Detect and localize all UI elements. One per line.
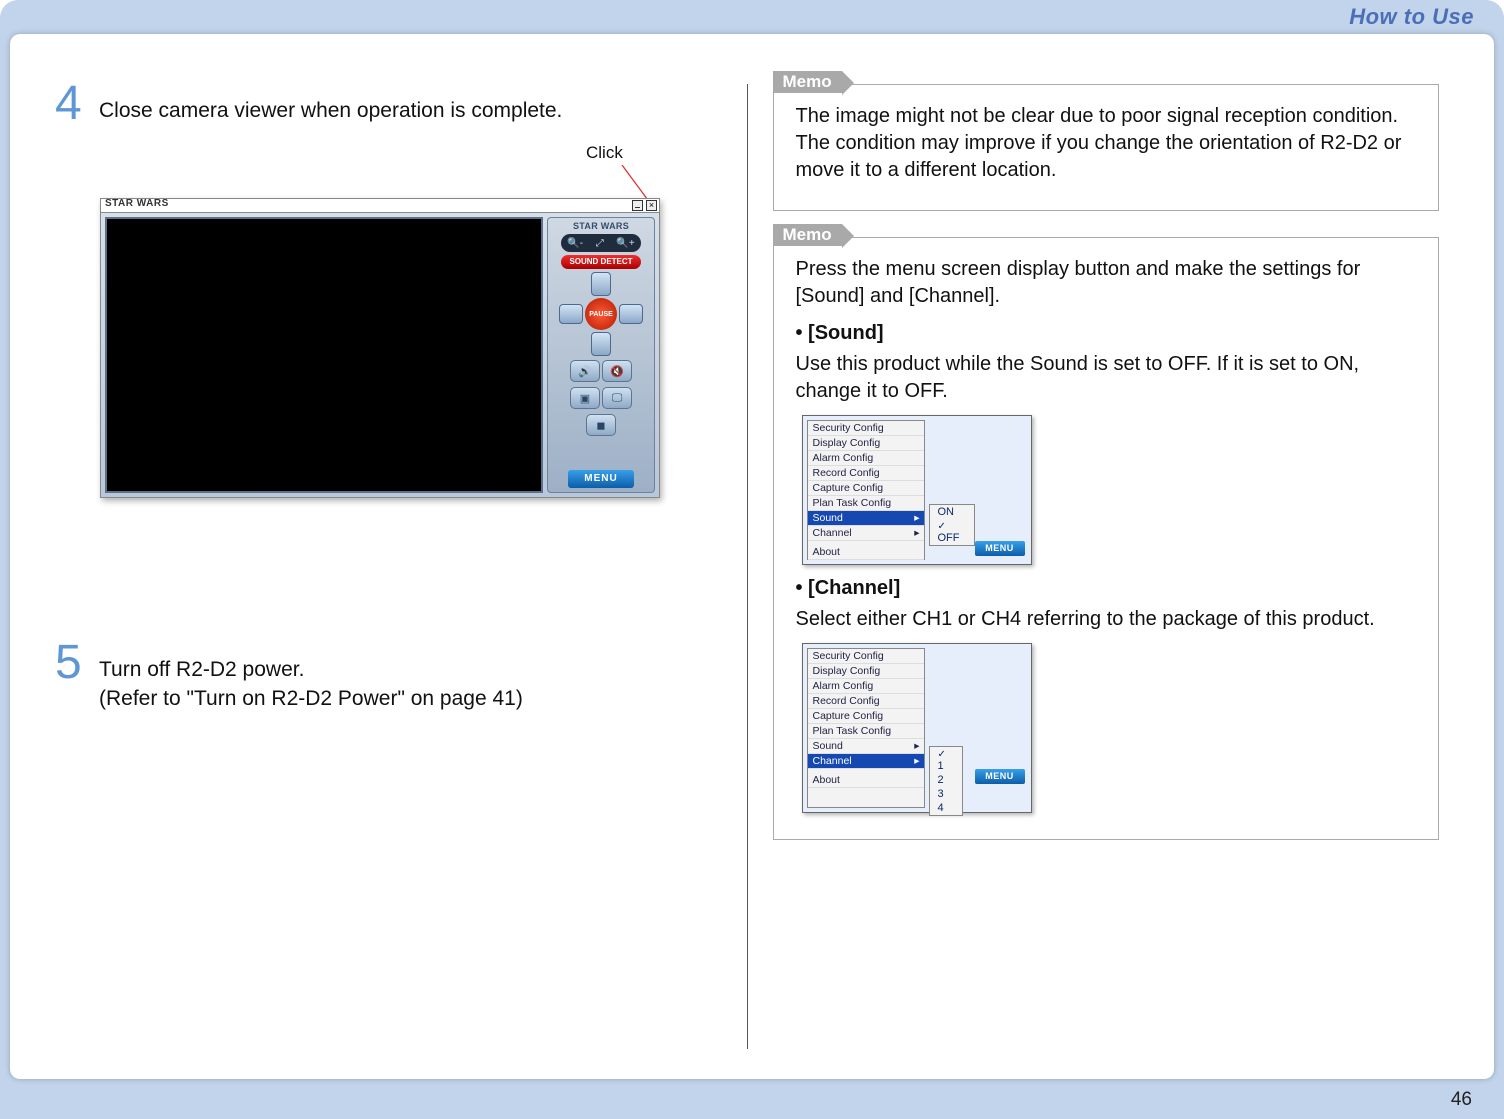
channel-option-3[interactable]: 3: [930, 787, 962, 801]
channel-option-4[interactable]: 4: [930, 801, 962, 815]
menu-item[interactable]: Plan Task Config: [808, 724, 924, 739]
sound-heading: • [Sound]: [796, 320, 1417, 347]
panel-logo: STAR WARS: [573, 222, 629, 231]
dpad-right-button[interactable]: [619, 304, 643, 324]
viewer-title: STAR WARS: [105, 198, 169, 209]
page-body: 4 Close camera viewer when operation is …: [10, 34, 1494, 1079]
header-bar: How to Use: [0, 0, 1504, 34]
mini-menu-button[interactable]: MENU: [975, 541, 1025, 556]
sound-menu-list: Security Config Display Config Alarm Con…: [807, 420, 925, 560]
viewer-video-area: [105, 217, 543, 493]
sound-submenu: ON OFF: [929, 504, 975, 546]
step-5: 5 Turn off R2-D2 power. (Refer to "Turn …: [55, 643, 722, 713]
step-5-line1: Turn off R2-D2 power.: [99, 658, 304, 681]
direction-pad: PAUSE: [559, 272, 643, 356]
step-5-text: Turn off R2-D2 power. (Refer to "Turn on…: [99, 643, 523, 713]
channel-menu-list: Security Config Display Config Alarm Con…: [807, 648, 925, 808]
menu-item[interactable]: Security Config: [808, 649, 924, 664]
viewer-titlebar: STAR WARS ×: [101, 199, 659, 213]
memo-label-1: Memo: [773, 71, 842, 93]
step-5-number: 5: [55, 643, 99, 684]
zoom-out-icon[interactable]: 🔍-: [567, 238, 583, 249]
sound-text: Use this product while the Sound is set …: [796, 351, 1417, 405]
mini-menu-button[interactable]: MENU: [975, 769, 1025, 784]
viewer-figure: Click STAR WARS × STAR WARS: [100, 143, 722, 513]
left-column: 4 Close camera viewer when operation is …: [40, 84, 737, 1049]
memo-box-2: Memo Press the menu screen display butto…: [773, 237, 1440, 840]
menu-item[interactable]: Display Config: [808, 664, 924, 679]
close-icon[interactable]: ×: [646, 200, 657, 211]
menu-item[interactable]: Display Config: [808, 436, 924, 451]
sound-option-off-checked[interactable]: OFF: [930, 519, 974, 545]
memo-box-1: Memo The image might not be clear due to…: [773, 84, 1440, 211]
channel-option-2[interactable]: 2: [930, 773, 962, 787]
viewer-control-panel: STAR WARS 🔍- ⤢ 🔍+ SOUND DETECT: [547, 217, 655, 493]
dpad-left-button[interactable]: [559, 304, 583, 324]
channel-heading: • [Channel]: [796, 575, 1417, 602]
memo-1-text: The image might not be clear due to poor…: [796, 103, 1417, 184]
menu-item[interactable]: Record Config: [808, 694, 924, 709]
header-title: How to Use: [1349, 4, 1474, 29]
menu-item-channel-selected[interactable]: Channel: [808, 754, 924, 769]
minimize-icon[interactable]: [632, 200, 643, 211]
menu-item[interactable]: About: [808, 773, 924, 788]
zoom-in-icon[interactable]: 🔍+: [616, 238, 634, 249]
mute-button[interactable]: 🔇: [602, 360, 632, 382]
record-button[interactable]: ◼: [586, 414, 616, 436]
menu-item[interactable]: Plan Task Config: [808, 496, 924, 511]
sound-option-on[interactable]: ON: [930, 505, 974, 519]
step-5-line2: (Refer to "Turn on R2-D2 Power" on page …: [99, 687, 523, 710]
menu-item[interactable]: Alarm Config: [808, 679, 924, 694]
dpad-down-button[interactable]: [591, 332, 611, 356]
pause-button[interactable]: PAUSE: [585, 298, 617, 330]
page-background: How to Use 4 Close camera viewer when op…: [0, 0, 1504, 1119]
viewer-body: STAR WARS 🔍- ⤢ 🔍+ SOUND DETECT: [101, 213, 659, 497]
step-4-number: 4: [55, 84, 99, 125]
menu-item[interactable]: Security Config: [808, 421, 924, 436]
channel-menu-screenshot: Security Config Display Config Alarm Con…: [802, 643, 1032, 813]
menu-item[interactable]: Record Config: [808, 466, 924, 481]
click-callout-label: Click: [586, 143, 623, 163]
menu-button[interactable]: MENU: [568, 470, 634, 488]
screen-button[interactable]: 🖵: [602, 387, 632, 409]
camera-viewer-window: STAR WARS × STAR WARS 🔍- ⤢ 🔍+: [100, 198, 660, 498]
sound-detect-button[interactable]: SOUND DETECT: [561, 255, 641, 269]
zoom-bar[interactable]: 🔍- ⤢ 🔍+: [561, 234, 641, 252]
memo-2-intro: Press the menu screen display button and…: [796, 256, 1417, 310]
menu-item[interactable]: About: [808, 545, 924, 560]
step-4-text: Close camera viewer when operation is co…: [99, 84, 562, 125]
menu-item[interactable]: Alarm Config: [808, 451, 924, 466]
memo-label-2: Memo: [773, 224, 842, 246]
channel-submenu: 1 2 3 4: [929, 746, 963, 816]
menu-item-sound-selected[interactable]: Sound: [808, 511, 924, 526]
right-column: Memo The image might not be clear due to…: [758, 84, 1455, 1049]
dpad-up-button[interactable]: [591, 272, 611, 296]
channel-text: Select either CH1 or CH4 referring to th…: [796, 606, 1417, 633]
expand-icon[interactable]: ⤢: [596, 238, 604, 249]
channel-option-1-checked[interactable]: 1: [930, 747, 962, 773]
menu-item[interactable]: Capture Config: [808, 481, 924, 496]
page-number: 46: [1451, 1089, 1472, 1111]
menu-item[interactable]: Sound: [808, 739, 924, 754]
menu-item[interactable]: Channel: [808, 526, 924, 541]
sound-menu-screenshot: Security Config Display Config Alarm Con…: [802, 415, 1032, 565]
volume-button[interactable]: 🔊: [570, 360, 600, 382]
column-divider: [747, 84, 748, 1049]
menu-item[interactable]: Capture Config: [808, 709, 924, 724]
step-4: 4 Close camera viewer when operation is …: [55, 84, 722, 125]
snapshot-button[interactable]: ▣: [570, 387, 600, 409]
